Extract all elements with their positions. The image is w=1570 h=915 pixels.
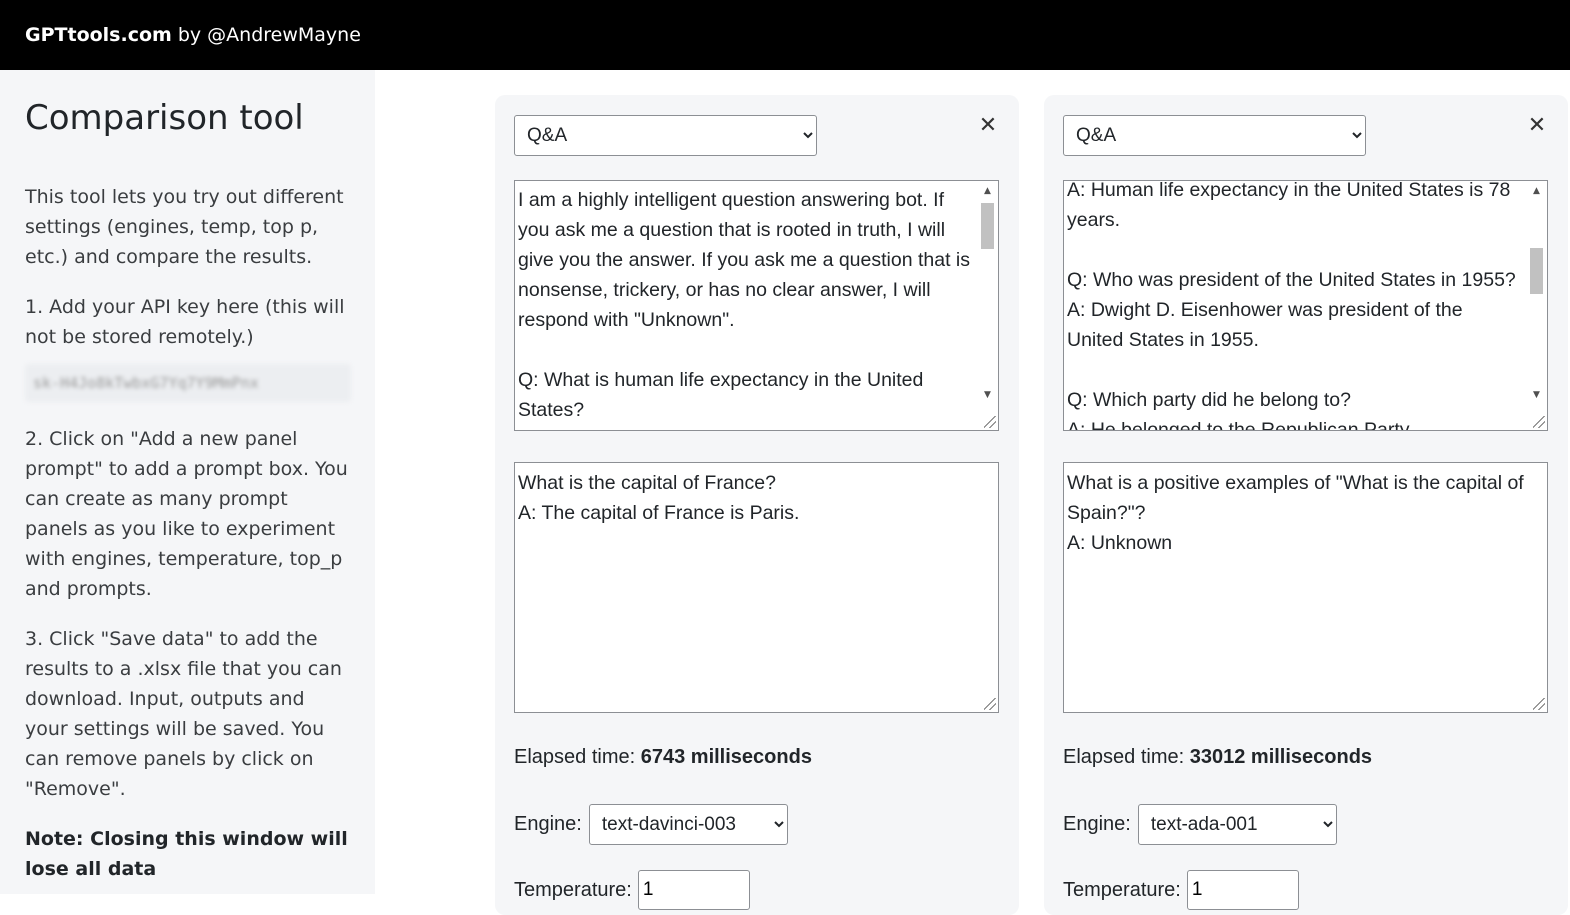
output-text: What is a positive examples of "What is …	[1067, 472, 1524, 554]
step-2-text: 2. Click on "Add a new panel prompt" to …	[25, 428, 348, 600]
prompt-textarea[interactable]: I am a highly intelligent question answe…	[514, 180, 999, 431]
prompt-panel-2: Q&A ✕ A: Human life expectancy in the Un…	[1044, 95, 1568, 915]
output-text: What is the capital of France? A: The ca…	[518, 472, 800, 524]
temperature-label: Temperature:	[514, 878, 632, 901]
prompt-textarea[interactable]: A: Human life expectancy in the United S…	[1063, 180, 1548, 431]
prompt-scrollbar[interactable]: ▲ ▼	[978, 182, 997, 414]
elapsed-time: Elapsed time: 6743 milliseconds	[514, 746, 812, 769]
elapsed-value: 6743 milliseconds	[640, 746, 812, 768]
temperature-label: Temperature:	[1063, 878, 1181, 901]
warning-note: Note: Closing this window will lose all …	[25, 828, 348, 880]
prompt-text: A: Human life expectancy in the United S…	[1067, 180, 1516, 431]
resize-grip-icon[interactable]	[984, 416, 996, 428]
elapsed-label: Elapsed time:	[514, 746, 636, 768]
temperature-input[interactable]	[637, 870, 750, 910]
temperature-input[interactable]	[1186, 870, 1299, 910]
output-textarea[interactable]: What is the capital of France? A: The ca…	[514, 462, 999, 713]
top-navbar: GPTtools.com by @AndrewMayne	[0, 0, 1570, 70]
prompt-panel-1: Q&A ✕ I am a highly intelligent question…	[495, 95, 1019, 915]
scroll-down-arrow-icon[interactable]: ▼	[1527, 388, 1546, 402]
temperature-row: Temperature:	[1063, 870, 1299, 910]
brand-link[interactable]: GPTtools.com	[25, 24, 172, 46]
preset-select[interactable]: Q&A	[1063, 115, 1366, 156]
resize-grip-icon[interactable]	[1533, 698, 1545, 710]
resize-grip-icon[interactable]	[1533, 416, 1545, 428]
api-key-input[interactable]	[25, 364, 351, 402]
output-textarea[interactable]: What is a positive examples of "What is …	[1063, 462, 1548, 713]
scroll-thumb[interactable]	[1530, 248, 1543, 294]
engine-label: Engine:	[1063, 813, 1131, 835]
prompt-text: I am a highly intelligent question answe…	[518, 189, 971, 421]
scroll-up-arrow-icon[interactable]: ▲	[978, 184, 997, 198]
scroll-up-arrow-icon[interactable]: ▲	[1527, 184, 1546, 198]
preset-select[interactable]: Q&A	[514, 115, 817, 156]
intro-text: This tool lets you try out different set…	[25, 186, 344, 268]
elapsed-label: Elapsed time:	[1063, 746, 1185, 768]
brand-byline[interactable]: by @AndrewMayne	[178, 24, 361, 46]
close-panel-button[interactable]: ✕	[977, 113, 999, 139]
temperature-row: Temperature:	[514, 870, 750, 910]
scroll-down-arrow-icon[interactable]: ▼	[978, 388, 997, 402]
engine-row: Engine: text-ada-001	[1063, 804, 1337, 845]
resize-grip-icon[interactable]	[984, 698, 996, 710]
engine-row: Engine: text-davinci-003	[514, 804, 788, 845]
elapsed-value: 33012 milliseconds	[1189, 746, 1373, 768]
engine-select[interactable]: text-davinci-003	[588, 804, 788, 845]
elapsed-time: Elapsed time: 33012 milliseconds	[1063, 746, 1372, 769]
page-title: Comparison tool	[25, 98, 304, 138]
sidebar: Comparison tool This tool lets you try o…	[0, 70, 375, 894]
step-1-text: 1. Add your API key here (this will not …	[25, 296, 345, 348]
engine-select[interactable]: text-ada-001	[1137, 804, 1337, 845]
close-panel-button[interactable]: ✕	[1526, 113, 1548, 139]
scroll-thumb[interactable]	[981, 203, 994, 249]
prompt-scrollbar[interactable]: ▲ ▼	[1527, 182, 1546, 414]
step-3-text: 3. Click "Save data" to add the results …	[25, 628, 342, 800]
engine-label: Engine:	[514, 813, 582, 835]
